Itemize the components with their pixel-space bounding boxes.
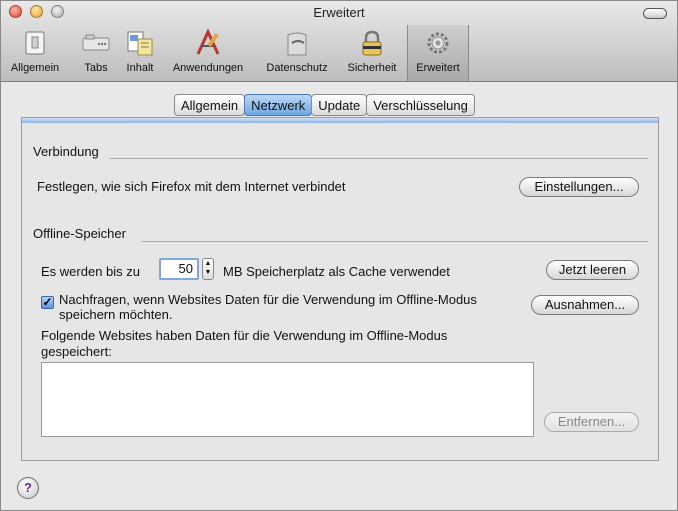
tab-netzwerk[interactable]: Netzwerk <box>244 94 313 116</box>
applications-icon <box>196 29 220 55</box>
toolbar-item-anwendungen[interactable]: Anwendungen <box>165 25 251 81</box>
tab-update[interactable]: Update <box>311 94 368 116</box>
sites-label-line1: Folgende Websites haben Daten für die Ve… <box>41 328 448 343</box>
help-button[interactable]: ? <box>17 477 39 499</box>
tab-allgemein[interactable]: Allgemein <box>174 94 246 116</box>
remove-button[interactable]: Entfernen... <box>544 412 639 432</box>
network-panel: Verbindung Festlegen, wie sich Firefox m… <box>21 117 659 461</box>
toolbar-toggle-button[interactable] <box>643 8 667 19</box>
connection-settings-button[interactable]: Einstellungen... <box>519 177 639 197</box>
panel-accent-bar <box>22 118 658 123</box>
cache-size-stepper[interactable]: ▲ ▼ <box>202 258 214 280</box>
content-icon <box>127 31 153 56</box>
toolbar-item-tabs[interactable]: Tabs <box>75 25 117 81</box>
connection-heading: Verbindung <box>33 144 99 159</box>
title-bar: Erweitert Allgemein Tabs Inhalt Anwendun… <box>1 1 677 82</box>
gear-icon <box>427 32 449 54</box>
ask-offline-label-line2: speichern möchten. <box>59 307 173 322</box>
offline-separator <box>142 241 648 242</box>
toolbar-item-sicherheit[interactable]: Sicherheit <box>341 25 403 81</box>
connection-description: Festlegen, wie sich Firefox mit dem Inte… <box>37 179 346 194</box>
toolbar-item-inhalt[interactable]: Inhalt <box>119 25 161 81</box>
tab-verschluesselung[interactable]: Verschlüsselung <box>366 94 475 116</box>
offline-heading: Offline-Speicher <box>33 226 126 241</box>
cache-size-input[interactable]: 50 <box>159 258 199 280</box>
toolbar-item-allgemein[interactable]: Allgemein <box>7 25 63 81</box>
preferences-window: Erweitert Allgemein Tabs Inhalt Anwendun… <box>0 0 678 511</box>
ask-offline-checkbox[interactable]: ✓ <box>41 296 54 309</box>
lock-icon <box>362 30 382 56</box>
mask-icon <box>287 32 307 56</box>
exceptions-button[interactable]: Ausnahmen... <box>531 295 639 315</box>
tabs-icon <box>82 34 110 51</box>
cache-suffix-label: MB Speicherplatz als Cache verwendet <box>223 264 450 279</box>
toolbar-item-datenschutz[interactable]: Datenschutz <box>259 25 335 81</box>
cache-prefix-label: Es werden bis zu <box>41 264 140 279</box>
clear-cache-button[interactable]: Jetzt leeren <box>546 260 639 280</box>
offline-sites-list[interactable] <box>41 362 534 437</box>
switch-icon <box>25 31 45 55</box>
connection-separator <box>110 158 648 159</box>
sites-label-line2: gespeichert: <box>41 344 112 359</box>
window-title: Erweitert <box>313 5 365 20</box>
tab-bar: Allgemein Netzwerk Update Verschlüsselun… <box>174 94 475 116</box>
toolbar-item-erweitert[interactable]: Erweitert <box>407 25 469 81</box>
ask-offline-label-line1: Nachfragen, wenn Websites Daten für die … <box>59 292 477 307</box>
